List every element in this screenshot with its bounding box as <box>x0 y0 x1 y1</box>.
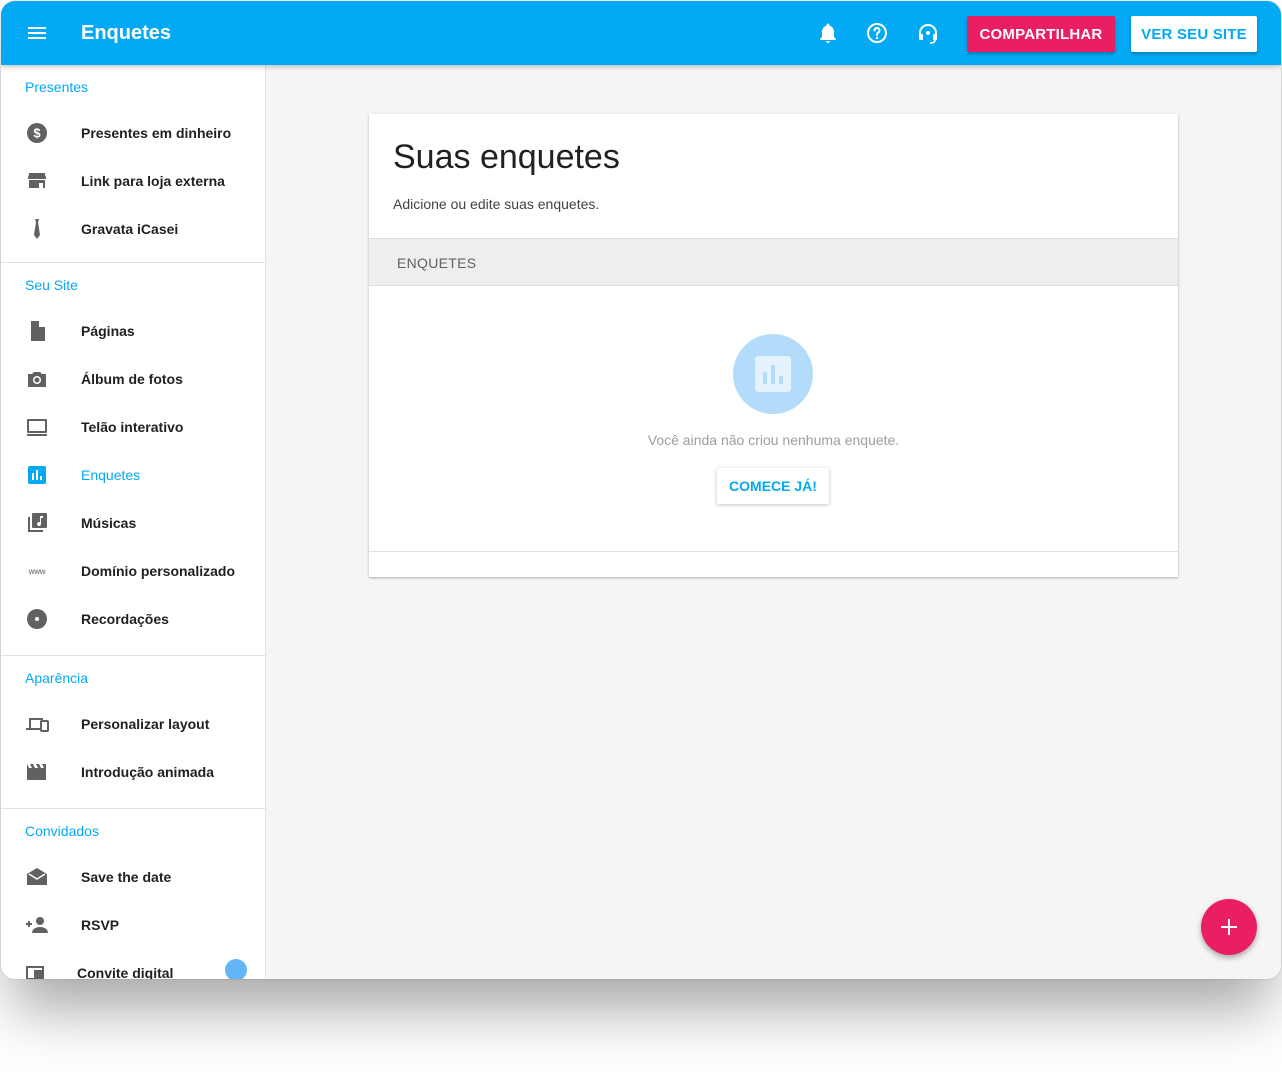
sidebar-item-save-the-date[interactable]: Save the date <box>1 853 265 901</box>
sidebar-item-telao-interativo[interactable]: Telão interativo <box>1 403 265 451</box>
sidebar-section-aparencia: Aparência Personalizar layout Introdução… <box>1 656 265 809</box>
empty-state-message: Você ainda não criou nenhuma enquete. <box>647 432 900 448</box>
sidebar-item-introducao-animada[interactable]: Introdução animada <box>1 748 265 796</box>
sidebar-item-rsvp[interactable]: RSVP <box>1 901 265 949</box>
sidebar-item-label: Gravata iCasei <box>81 221 179 237</box>
app-window: Enquetes COMPARTILHAR VER SEU SITE Prese… <box>1 1 1281 979</box>
start-button[interactable]: COMECE JÁ! <box>717 468 829 504</box>
sidebar-item-recordacoes[interactable]: Recordações <box>1 595 265 643</box>
camera-icon <box>25 367 49 391</box>
sidebar-item-label: Personalizar layout <box>81 716 210 732</box>
divider <box>369 551 1178 552</box>
polls-card: Suas enquetes Adicione ou edite suas enq… <box>369 114 1178 577</box>
section-title: Aparência <box>25 670 89 686</box>
monitor-icon <box>25 415 49 439</box>
sidebar-item-label: Músicas <box>81 515 137 531</box>
clapperboard-icon <box>25 760 49 784</box>
sidebar-item-paginas[interactable]: Páginas <box>1 307 265 355</box>
sidebar-section-convidados: Convidados Save the date RSVP Convite di… <box>1 809 265 979</box>
app-bar: Enquetes COMPARTILHAR VER SEU SITE <box>1 1 1281 65</box>
store-icon <box>25 169 49 193</box>
sidebar-item-convite-digital[interactable]: Convite digital <box>1 949 265 979</box>
sidebar-section-presentes: Presentes $ Presentes em dinheiro Link p… <box>1 65 265 263</box>
sidebar-item-link-loja-externa[interactable]: Link para loja externa <box>1 157 265 205</box>
headset-icon[interactable] <box>916 21 940 45</box>
share-button[interactable]: COMPARTILHAR <box>967 16 1115 52</box>
sidebar-item-gravata-icasei[interactable]: Gravata iCasei <box>1 205 265 253</box>
envelope-open-icon <box>25 865 49 889</box>
help-icon[interactable] <box>865 21 889 45</box>
view-site-button[interactable]: VER SEU SITE <box>1131 16 1257 52</box>
sidebar-item-label: Álbum de fotos <box>81 371 183 387</box>
sidebar-item-musicas[interactable]: Músicas <box>1 499 265 547</box>
sidebar-item-label: Domínio personalizado <box>81 563 236 579</box>
sidebar-item-label: Introdução animada <box>81 764 215 780</box>
section-title: Seu Site <box>25 277 78 293</box>
sidebar-item-label: Telão interativo <box>81 419 184 435</box>
dollar-icon: $ <box>25 121 49 145</box>
invite-icon <box>25 961 49 979</box>
page-icon <box>25 319 49 343</box>
sidebar: Presentes $ Presentes em dinheiro Link p… <box>1 65 266 979</box>
sidebar-item-label: Recordações <box>81 611 169 627</box>
sidebar-item-label: Save the date <box>81 869 172 885</box>
card-title: Suas enquetes <box>393 138 620 176</box>
sidebar-item-label: Presentes em dinheiro <box>81 125 232 141</box>
poll-icon <box>755 356 791 392</box>
sidebar-item-enquetes[interactable]: Enquetes <box>1 451 265 499</box>
add-person-icon <box>25 913 49 937</box>
sidebar-item-label: Link para loja externa <box>81 173 225 189</box>
sidebar-item-label: Enquetes <box>81 467 141 483</box>
new-badge-icon <box>225 959 247 979</box>
plus-icon <box>1221 919 1237 935</box>
www-icon: www <box>25 559 49 583</box>
sidebar-item-personalizar-layout[interactable]: Personalizar layout <box>1 700 265 748</box>
polls-table-header: ENQUETES <box>369 238 1178 286</box>
sidebar-item-label: Páginas <box>81 323 135 339</box>
disc-icon <box>25 607 49 631</box>
svg-text:www: www <box>28 567 46 576</box>
card-subtitle: Adicione ou edite suas enquetes. <box>393 196 600 212</box>
section-title: Convidados <box>25 823 99 839</box>
devices-icon <box>25 712 49 736</box>
sidebar-item-label: RSVP <box>81 917 120 933</box>
bell-icon[interactable] <box>816 21 840 45</box>
tie-icon <box>25 217 49 241</box>
sidebar-item-dominio-personalizado[interactable]: www Domínio personalizado <box>1 547 265 595</box>
empty-state-icon <box>733 334 813 414</box>
table-header-label: ENQUETES <box>397 255 477 271</box>
add-poll-fab[interactable] <box>1201 899 1257 955</box>
page-title: Enquetes <box>81 22 172 44</box>
sidebar-section-seu-site: Seu Site Páginas Álbum de fotos Telão in… <box>1 263 265 656</box>
poll-icon <box>25 463 49 487</box>
sidebar-item-presentes-em-dinheiro[interactable]: $ Presentes em dinheiro <box>1 109 265 157</box>
svg-text:$: $ <box>33 126 41 141</box>
sidebar-item-album-de-fotos[interactable]: Álbum de fotos <box>1 355 265 403</box>
section-title: Presentes <box>25 79 89 95</box>
menu-icon[interactable] <box>25 21 49 45</box>
music-library-icon <box>25 511 49 535</box>
sidebar-item-label: Convite digital <box>77 965 174 979</box>
